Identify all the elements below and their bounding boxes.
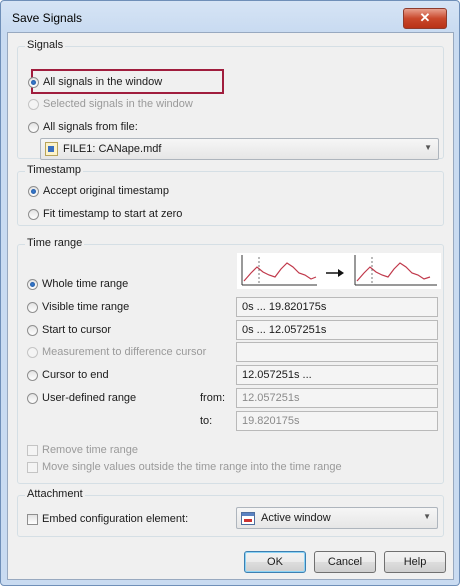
- file-select-value: FILE1: CANape.mdf: [63, 143, 162, 155]
- radio-measurement-difference-cursor[interactable]: Measurement to difference cursor: [27, 344, 206, 360]
- to-input[interactable]: 19.820175s: [236, 411, 438, 431]
- checkbox-indicator: [27, 444, 38, 456]
- cancel-button[interactable]: Cancel: [314, 551, 376, 573]
- attachment-window-select[interactable]: Active window ▼: [236, 507, 438, 529]
- radio-indicator: [27, 324, 38, 336]
- cursor-to-end-field: 12.057251s ...: [236, 365, 438, 385]
- checkbox-embed-configuration[interactable]: Embed configuration element:: [27, 511, 188, 527]
- radio-indicator: [28, 185, 39, 197]
- radio-cursor-to-end[interactable]: Cursor to end: [27, 367, 109, 383]
- radio-visible-time-range[interactable]: Visible time range: [27, 299, 129, 315]
- radio-indicator: [27, 369, 38, 381]
- radio-accept-original-timestamp[interactable]: Accept original timestamp: [28, 183, 169, 199]
- radio-selected-signals[interactable]: Selected signals in the window: [28, 96, 193, 112]
- radio-label: Start to cursor: [42, 324, 112, 336]
- arrow-right-icon: [326, 269, 344, 277]
- from-input[interactable]: 12.057251s: [236, 388, 438, 408]
- checkbox-label: Move single values outside the time rang…: [42, 461, 342, 473]
- timestamp-legend: Timestamp: [25, 164, 83, 176]
- radio-indicator: [27, 301, 38, 313]
- radio-start-to-cursor[interactable]: Start to cursor: [27, 322, 111, 338]
- from-label: from:: [200, 392, 226, 404]
- close-button[interactable]: ✕: [403, 8, 447, 29]
- window-icon: [241, 511, 255, 525]
- radio-label: Visible time range: [42, 301, 130, 313]
- checkbox-remove-time-range[interactable]: Remove time range: [27, 442, 138, 458]
- signals-group: Signals All signals in the window Select…: [17, 39, 444, 160]
- radio-indicator: [27, 346, 38, 358]
- signals-legend: Signals: [25, 39, 66, 51]
- radio-all-signals-in-window[interactable]: All signals in the window: [28, 74, 162, 90]
- radio-all-signals-from-file[interactable]: All signals from file:: [28, 119, 138, 135]
- checkbox-label: Remove time range: [42, 444, 138, 456]
- radio-indicator: [28, 98, 39, 110]
- chevron-down-icon: ▼: [423, 512, 431, 521]
- time-range-illustration: [237, 253, 441, 289]
- radio-indicator: [27, 392, 38, 404]
- time-range-legend: Time range: [25, 237, 85, 249]
- dialog-body: Signals All signals in the window Select…: [7, 32, 454, 580]
- help-button[interactable]: Help: [384, 551, 446, 573]
- radio-label: Cursor to end: [42, 369, 109, 381]
- checkbox-move-single-values[interactable]: Move single values outside the time rang…: [27, 459, 342, 475]
- radio-fit-timestamp-zero[interactable]: Fit timestamp to start at zero: [28, 206, 182, 222]
- graph-before-icon: [241, 255, 317, 286]
- radio-label: User-defined range: [42, 392, 137, 404]
- file-select[interactable]: FILE1: CANape.mdf ▼: [40, 138, 439, 160]
- graph-after-icon: [354, 255, 437, 286]
- file-icon: [45, 142, 58, 156]
- to-label: to:: [200, 415, 213, 427]
- radio-whole-time-range[interactable]: Whole time range: [27, 276, 128, 292]
- radio-label: Accept original timestamp: [43, 185, 169, 197]
- radio-user-defined-range[interactable]: User-defined range: [27, 390, 136, 406]
- ok-button[interactable]: OK: [244, 551, 306, 573]
- title-bar: Save Signals ✕: [1, 1, 459, 33]
- radio-indicator: [28, 121, 39, 133]
- radio-indicator: [28, 208, 39, 220]
- radio-label: Measurement to difference cursor: [42, 346, 207, 358]
- radio-label: Selected signals in the window: [43, 98, 193, 110]
- save-signals-dialog: Save Signals ✕ Signals All signals in th…: [0, 0, 460, 586]
- checkbox-label: Embed configuration element:: [42, 513, 189, 525]
- start-to-cursor-field: 0s ... 12.057251s: [236, 320, 438, 340]
- radio-label: All signals in the window: [43, 76, 163, 88]
- radio-indicator: [27, 278, 38, 290]
- radio-label: Fit timestamp to start at zero: [43, 208, 183, 220]
- chevron-down-icon: ▼: [424, 143, 432, 152]
- checkbox-indicator: [27, 461, 38, 473]
- attachment-legend: Attachment: [25, 488, 85, 500]
- window-title: Save Signals: [12, 11, 83, 25]
- timestamp-group: Timestamp Accept original timestamp Fit …: [17, 164, 444, 226]
- checkbox-indicator: [27, 513, 38, 525]
- radio-label: All signals from file:: [43, 121, 138, 133]
- radio-indicator: [28, 76, 39, 88]
- attachment-select-value: Active window: [261, 512, 331, 524]
- visible-range-field: 0s ... 19.820175s: [236, 297, 438, 317]
- measurement-diff-field: [236, 342, 438, 362]
- radio-label: Whole time range: [42, 278, 129, 290]
